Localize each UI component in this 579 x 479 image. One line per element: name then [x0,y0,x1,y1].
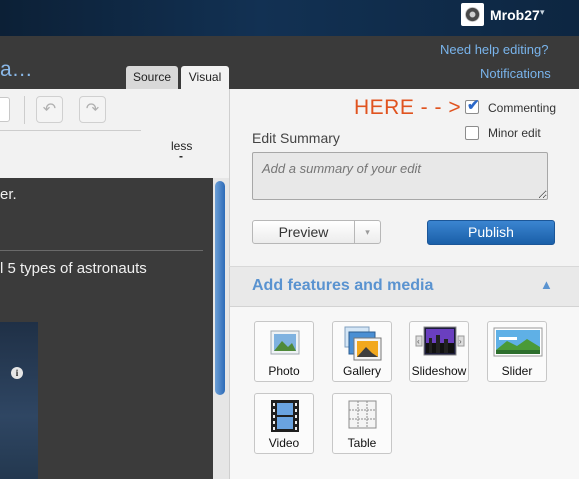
tab-visual[interactable]: Visual [181,66,229,89]
undo-button[interactable]: ↶ [36,96,63,123]
content-divider [0,250,203,251]
collapse-icon[interactable]: ▲ [540,277,553,292]
scrollbar-thumb[interactable] [215,181,225,395]
edit-summary-input[interactable] [252,152,548,200]
slider-icon [493,327,543,357]
svg-text:‹: ‹ [417,337,420,346]
table-button[interactable]: Table [332,393,392,454]
toolbar-divider [0,130,141,131]
content-image[interactable] [0,322,38,479]
checkmark-icon: ✔ [467,97,480,114]
features-title[interactable]: Add features and media [252,277,433,295]
content-text-line: er. [0,186,17,203]
gallery-label: Gallery [342,364,381,378]
gallery-icon [344,326,382,361]
svg-text:›: › [459,337,462,346]
slider-label: Slider [501,364,533,378]
photo-icon [270,330,300,355]
username-menu[interactable]: Mrob27 [490,7,540,23]
redo-icon: ↷ [85,101,100,118]
help-editing-link[interactable]: Need help editing? [440,42,548,57]
photo-button[interactable]: Photo [254,321,314,382]
here-annotation: HERE - - > [354,96,462,119]
chevron-down-icon[interactable]: ▾ [540,7,545,18]
minor-edit-label[interactable]: Minor edit [488,126,541,140]
gallery-button[interactable]: Gallery [332,321,392,382]
less-toggle-dash: - [179,149,183,163]
page-title: a… [0,58,33,81]
preview-dropdown-button[interactable]: ▾ [354,220,381,244]
editor-toolbar [0,89,229,178]
slideshow-label: Slideshow [411,364,467,378]
toolbar-button[interactable] [0,97,10,122]
photo-label: Photo [268,364,300,378]
avatar-image [465,7,480,22]
video-button[interactable]: Video [254,393,314,454]
notifications-link[interactable]: Notifications [480,66,551,81]
minor-edit-checkbox[interactable] [465,126,479,140]
table-label: Table [347,436,377,450]
user-avatar[interactable] [461,3,484,26]
commenting-label[interactable]: Commenting [488,101,556,115]
publish-button[interactable]: Publish [427,220,555,245]
info-icon[interactable]: i [11,367,23,379]
undo-icon: ↶ [42,101,57,118]
slideshow-icon: ‹ › [415,326,465,356]
video-label: Video [268,436,300,450]
edit-summary-label: Edit Summary [252,130,340,146]
video-icon [271,400,299,432]
toolbar-separator [24,96,25,124]
chevron-down-icon: ▾ [365,227,370,237]
slideshow-button[interactable]: ‹ › Slideshow [409,321,469,382]
slider-button[interactable]: Slider [487,321,547,382]
table-icon [348,400,377,429]
redo-button[interactable]: ↷ [79,96,106,123]
tab-source[interactable]: Source [126,66,178,89]
content-text-line: l 5 types of astronauts [0,260,147,277]
preview-button[interactable]: Preview [252,220,355,244]
